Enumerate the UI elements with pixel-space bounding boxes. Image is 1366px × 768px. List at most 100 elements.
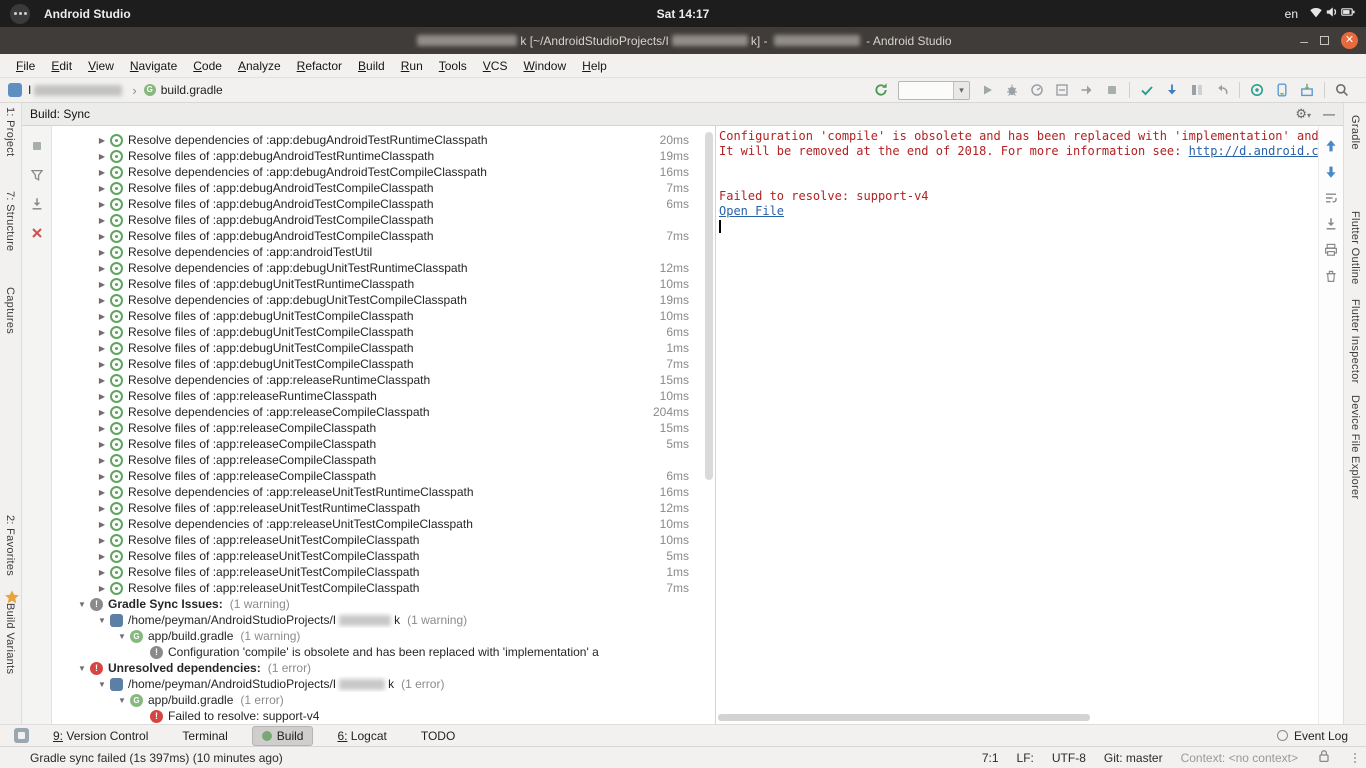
- collapsed-arrow-icon[interactable]: ▶: [95, 520, 109, 529]
- collapsed-arrow-icon[interactable]: ▶: [95, 424, 109, 433]
- expanded-arrow-icon[interactable]: ▼: [75, 600, 89, 609]
- collapsed-arrow-icon[interactable]: ▶: [95, 376, 109, 385]
- update-project-icon[interactable]: [1164, 82, 1180, 98]
- collapsed-arrow-icon[interactable]: ▶: [95, 264, 109, 273]
- tree-row[interactable]: ▶ Resolve dependencies of :app:debugAndro…: [52, 132, 715, 148]
- tool-button-flutter-outline[interactable]: Flutter Outline: [1349, 211, 1361, 285]
- tool-button-1-project[interactable]: 1: Project: [4, 107, 16, 156]
- console-link[interactable]: Open File: [719, 204, 784, 218]
- expanded-arrow-icon[interactable]: ▼: [75, 664, 89, 673]
- expanded-arrow-icon[interactable]: ▼: [95, 680, 109, 689]
- tool-tab-6-logcat[interactable]: 6: Logcat: [327, 726, 396, 746]
- avd-manager-icon[interactable]: [1274, 82, 1290, 98]
- menu-item-run[interactable]: Run: [393, 56, 431, 76]
- system-tray-icons[interactable]: [1308, 4, 1356, 23]
- tree-row[interactable]: ▶ Resolve files of :app:debugAndroidTestC…: [52, 180, 715, 196]
- search-everywhere-icon[interactable]: [1334, 82, 1350, 98]
- tool-button-flutter-inspector[interactable]: Flutter Inspector: [1349, 299, 1361, 384]
- menu-item-code[interactable]: Code: [185, 56, 230, 76]
- lock-icon[interactable]: [1316, 748, 1332, 767]
- sdk-manager-icon[interactable]: [1299, 82, 1315, 98]
- tree-row[interactable]: ▶ Resolve files of :app:debugAndroidTestC…: [52, 228, 715, 244]
- hide-panel-icon[interactable]: —: [1323, 107, 1335, 121]
- volume-icon[interactable]: [1324, 4, 1340, 20]
- tool-button-7-structure[interactable]: 7: Structure: [4, 191, 16, 251]
- event-log-button[interactable]: Event Log: [1276, 729, 1358, 743]
- tree-row[interactable]: ▶ Resolve files of :app:debugAndroidTestR…: [52, 148, 715, 164]
- tree-row[interactable]: ▶ Resolve dependencies of :app:debugUnitT…: [52, 292, 715, 308]
- collapsed-arrow-icon[interactable]: ▶: [95, 152, 109, 161]
- line-separator-indicator[interactable]: LF:: [1017, 751, 1034, 765]
- stop-icon[interactable]: [29, 138, 45, 154]
- expand-all-icon[interactable]: [29, 196, 45, 212]
- collapsed-arrow-icon[interactable]: ▶: [95, 232, 109, 241]
- tree-scrollbar[interactable]: [705, 132, 713, 480]
- keyboard-layout-indicator[interactable]: en: [1285, 7, 1298, 21]
- menu-item-file[interactable]: File: [8, 56, 43, 76]
- window-title-bar[interactable]: k [~/AndroidStudioProjects/I k] - - Andro…: [0, 27, 1366, 54]
- collapsed-arrow-icon[interactable]: ▶: [95, 312, 109, 321]
- encoding-indicator[interactable]: UTF-8: [1052, 751, 1086, 765]
- diff-icon[interactable]: [1189, 82, 1205, 98]
- expanded-arrow-icon[interactable]: ▼: [115, 632, 129, 641]
- tree-row[interactable]: ▶ Resolve files of :app:debugUnitTestComp…: [52, 340, 715, 356]
- battery-icon[interactable]: [1340, 4, 1356, 20]
- tool-button-build-variants[interactable]: Build Variants: [4, 603, 16, 674]
- collapsed-arrow-icon[interactable]: ▶: [95, 360, 109, 369]
- tree-row[interactable]: ▶ Resolve files of :app:releaseUnitTestCo…: [52, 580, 715, 596]
- sync-gradle-icon[interactable]: [873, 82, 889, 98]
- maximize-button[interactable]: [1320, 36, 1329, 45]
- filter-icon[interactable]: [29, 167, 45, 183]
- expanded-arrow-icon[interactable]: ▼: [115, 696, 129, 705]
- tree-row[interactable]: ▶ Resolve dependencies of :app:releaseUni…: [52, 484, 715, 500]
- run-configuration-select[interactable]: ▾: [898, 80, 970, 100]
- tool-tab-terminal[interactable]: Terminal: [172, 726, 237, 746]
- menu-item-help[interactable]: Help: [574, 56, 615, 76]
- tree-row[interactable]: ▶ Resolve dependencies of :app:releaseUni…: [52, 516, 715, 532]
- tree-row[interactable]: ▼ Unresolved dependencies: (1 error): [52, 660, 715, 676]
- debug-icon[interactable]: [1004, 82, 1020, 98]
- collapsed-arrow-icon[interactable]: ▶: [95, 280, 109, 289]
- collapsed-arrow-icon[interactable]: ▶: [95, 552, 109, 561]
- stop-icon[interactable]: [1104, 82, 1120, 98]
- breadcrumb[interactable]: I › build.gradle: [28, 83, 223, 98]
- print-icon[interactable]: [1323, 242, 1339, 258]
- run-icon[interactable]: [979, 82, 995, 98]
- tree-row[interactable]: Failed to resolve: support-v4: [52, 708, 715, 724]
- collapsed-arrow-icon[interactable]: ▶: [95, 184, 109, 193]
- tree-row[interactable]: ▶ Resolve dependencies of :app:releaseCom…: [52, 404, 715, 420]
- menu-item-tools[interactable]: Tools: [431, 56, 475, 76]
- soft-wrap-icon[interactable]: [1323, 190, 1339, 206]
- attach-debugger-icon[interactable]: [1079, 82, 1095, 98]
- tree-row[interactable]: ▶ Resolve files of :app:releaseUnitTestCo…: [52, 564, 715, 580]
- tree-row[interactable]: ▶ Resolve files of :app:debugAndroidTestC…: [52, 196, 715, 212]
- combo-dropdown-arrow-icon[interactable]: ▾: [953, 81, 969, 99]
- tool-button-2-favorites[interactable]: 2: Favorites: [4, 515, 16, 576]
- menu-item-analyze[interactable]: Analyze: [230, 56, 289, 76]
- breadcrumb-file[interactable]: build.gradle: [161, 83, 223, 97]
- tool-button-captures[interactable]: Captures: [4, 287, 16, 334]
- collapsed-arrow-icon[interactable]: ▶: [95, 168, 109, 177]
- lock-icon[interactable]: [1316, 748, 1332, 764]
- collapsed-arrow-icon[interactable]: ▶: [95, 408, 109, 417]
- collapsed-arrow-icon[interactable]: ▶: [95, 472, 109, 481]
- tree-row[interactable]: ▶ Resolve files of :app:releaseRuntimeCla…: [52, 388, 715, 404]
- activities-button[interactable]: [10, 3, 30, 24]
- console-link[interactable]: http://d.android.com/: [1189, 144, 1318, 158]
- inspections-icon[interactable]: [1249, 82, 1265, 98]
- scroll-up-icon[interactable]: [1323, 138, 1339, 154]
- scroll-to-end-icon[interactable]: [1323, 216, 1339, 232]
- tree-row[interactable]: ▼ app/build.gradle (1 error): [52, 692, 715, 708]
- tree-row[interactable]: ▶ Resolve files of :app:releaseUnitTestCo…: [52, 532, 715, 548]
- tree-row[interactable]: ▶ Resolve files of :app:releaseUnitTestRu…: [52, 500, 715, 516]
- collapsed-arrow-icon[interactable]: ▶: [95, 584, 109, 593]
- tool-tab-build[interactable]: Build: [251, 725, 314, 746]
- collapsed-arrow-icon[interactable]: ▶: [95, 328, 109, 337]
- close-icon[interactable]: [29, 225, 45, 241]
- tree-row[interactable]: ▶ Resolve dependencies of :app:releaseRun…: [52, 372, 715, 388]
- collapsed-arrow-icon[interactable]: ▶: [95, 344, 109, 353]
- menu-item-window[interactable]: Window: [515, 56, 574, 76]
- scroll-down-icon[interactable]: [1323, 164, 1339, 180]
- tool-window-switcher-icon[interactable]: [14, 728, 29, 743]
- collapsed-arrow-icon[interactable]: ▶: [95, 488, 109, 497]
